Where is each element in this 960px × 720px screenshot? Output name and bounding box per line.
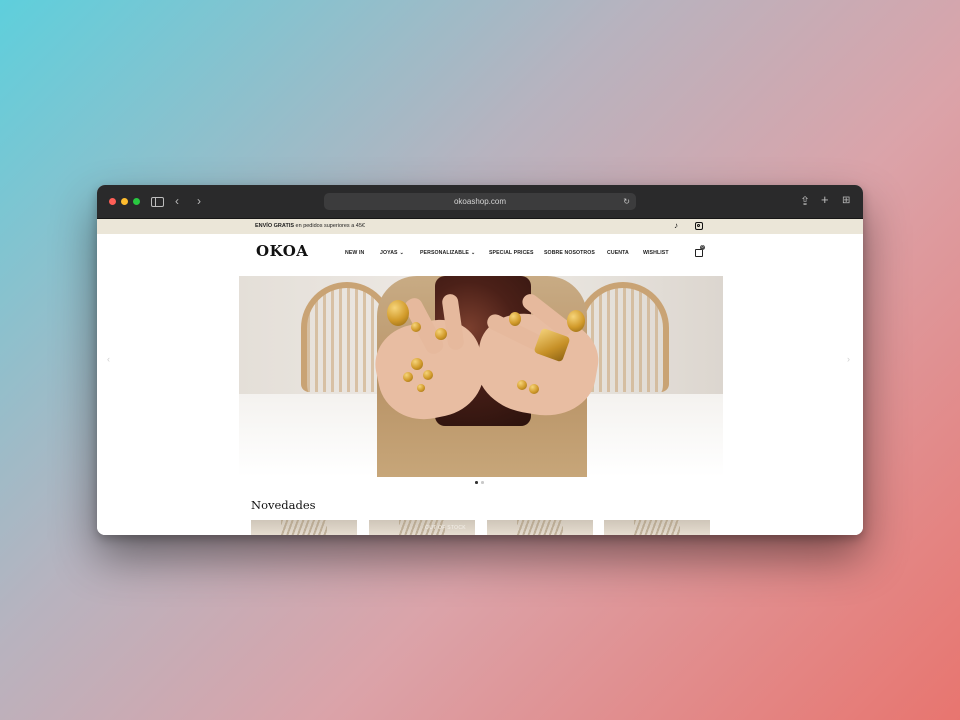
product-overlay-label: OUT OF STOCK bbox=[425, 525, 466, 531]
ball-ring bbox=[411, 322, 421, 332]
ball-ring bbox=[411, 358, 423, 370]
product-card-image[interactable] bbox=[604, 520, 710, 535]
shell-ring bbox=[567, 310, 585, 332]
nav-personalizable[interactable]: PERSONALIZABLE ⌄ bbox=[420, 249, 475, 257]
product-card-image[interactable]: OUT OF STOCK bbox=[369, 520, 475, 535]
tab-overview-icon[interactable]: ⊞ bbox=[842, 194, 850, 208]
ball-ring bbox=[403, 372, 413, 382]
announcement-text: ENVÍO GRATIS en pedidos superiores a 45€ bbox=[255, 222, 365, 231]
browser-toolbar: ‹ › okoashop.com ↻ ⇪ + ⊞ bbox=[97, 185, 863, 219]
site-logo[interactable]: OKOA bbox=[256, 242, 308, 260]
ball-ring bbox=[423, 370, 433, 380]
signet-ring bbox=[509, 312, 521, 326]
browser-window: ‹ › okoashop.com ↻ ⇪ + ⊞ ENVÍO GRATIS en… bbox=[97, 185, 863, 535]
reload-icon[interactable]: ↻ bbox=[623, 193, 630, 210]
ball-ring bbox=[417, 384, 425, 392]
instagram-icon[interactable] bbox=[695, 222, 703, 230]
address-bar[interactable]: okoashop.com ↻ bbox=[324, 193, 636, 210]
web-page: ENVÍO GRATIS en pedidos superiores a 45€… bbox=[97, 219, 863, 535]
slider-dot-1[interactable] bbox=[475, 481, 478, 484]
new-tab-icon[interactable]: + bbox=[821, 193, 829, 207]
nav-special-prices[interactable]: SPECIAL PRICES bbox=[489, 249, 534, 257]
section-title: Novedades bbox=[251, 498, 316, 512]
slider-prev-icon[interactable]: ‹ bbox=[107, 354, 110, 364]
share-icon[interactable]: ⇪ bbox=[800, 194, 810, 208]
hero-banner-image[interactable] bbox=[239, 276, 723, 477]
slider-next-icon[interactable]: › bbox=[847, 354, 850, 364]
announcement-bar: ENVÍO GRATIS en pedidos superiores a 45€… bbox=[97, 219, 863, 234]
nav-joyas[interactable]: JOYAS ⌄ bbox=[380, 249, 404, 257]
address-bar-url: okoashop.com bbox=[453, 197, 507, 206]
product-card-image[interactable] bbox=[487, 520, 593, 535]
tiktok-icon[interactable]: ♪ bbox=[674, 221, 678, 231]
chevron-down-icon: ⌄ bbox=[470, 250, 476, 256]
nav-new-in[interactable]: NEW IN bbox=[345, 249, 364, 257]
shell-ring bbox=[387, 300, 409, 326]
back-arrow-icon[interactable]: ‹ bbox=[175, 194, 179, 208]
product-card-image[interactable] bbox=[251, 520, 357, 535]
minimize-window-button[interactable] bbox=[121, 198, 128, 205]
announcement-rest: en pedidos superiores a 45€ bbox=[294, 223, 365, 229]
zoom-window-button[interactable] bbox=[133, 198, 140, 205]
cart-count-badge: 0 bbox=[700, 245, 705, 250]
nav-cuenta[interactable]: CUENTA bbox=[607, 249, 629, 257]
ball-ring bbox=[517, 380, 527, 390]
ball-ring bbox=[435, 328, 447, 340]
close-window-button[interactable] bbox=[109, 198, 116, 205]
nav-sobre-nosotros[interactable]: SOBRE NOSOTROS bbox=[544, 249, 595, 257]
forward-arrow-icon[interactable]: › bbox=[197, 194, 201, 208]
chevron-down-icon: ⌄ bbox=[399, 250, 404, 256]
shopping-bag-icon[interactable] bbox=[695, 249, 703, 257]
announcement-bold: ENVÍO GRATIS bbox=[255, 223, 295, 229]
slider-dot-2[interactable] bbox=[481, 481, 484, 484]
nav-wishlist[interactable]: WISHLIST bbox=[643, 249, 669, 257]
ball-ring bbox=[529, 384, 539, 394]
sidebar-toggle-icon[interactable] bbox=[151, 197, 164, 207]
